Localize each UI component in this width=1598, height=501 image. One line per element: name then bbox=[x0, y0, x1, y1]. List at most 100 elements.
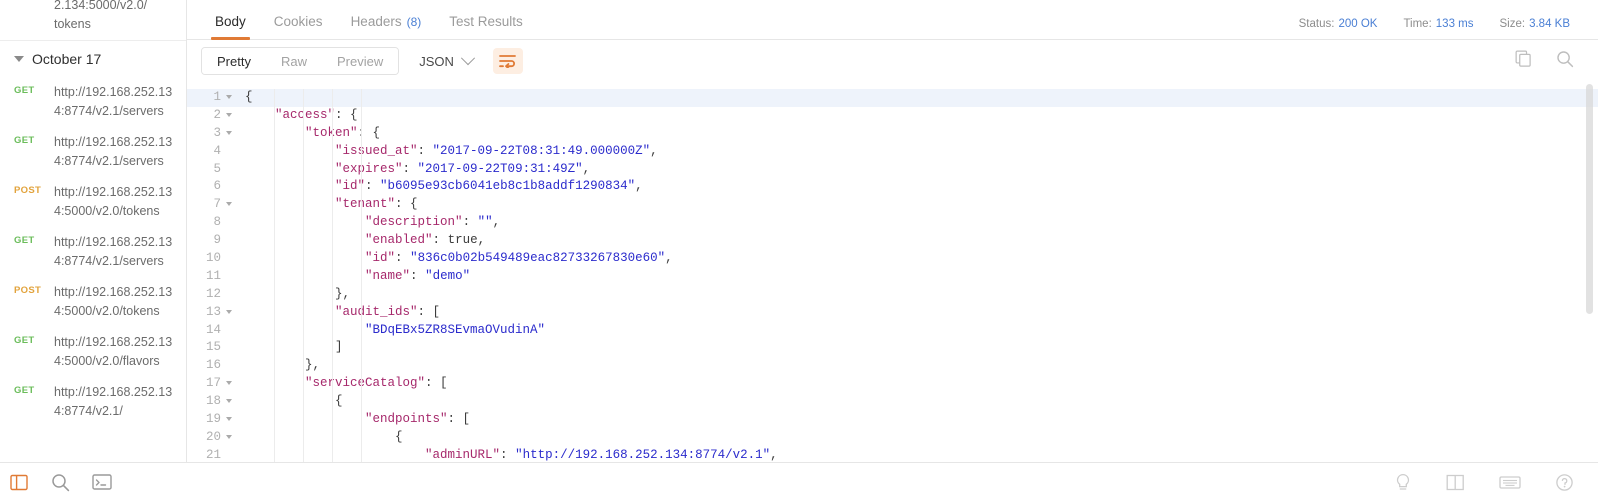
bulb-icon[interactable] bbox=[1394, 473, 1412, 492]
search-icon[interactable] bbox=[1556, 50, 1574, 73]
line-number[interactable]: 16 bbox=[187, 357, 235, 375]
vertical-scrollbar-track[interactable] bbox=[1583, 82, 1598, 462]
tab-body[interactable]: Body bbox=[201, 14, 260, 40]
history-group-october-17[interactable]: October 17 bbox=[0, 40, 186, 77]
request-url: http://192.168.252.134:5000/v2.0/tokens bbox=[54, 285, 173, 318]
two-pane-layout-icon[interactable] bbox=[1446, 473, 1465, 492]
search-icon[interactable] bbox=[51, 473, 70, 492]
history-item[interactable]: POST http://192.168.252.134:5000/v2.0/tok… bbox=[0, 177, 186, 227]
request-method bbox=[14, 0, 54, 34]
size-badge: Size: 3.84 KB bbox=[1499, 18, 1571, 30]
line-number[interactable]: 8 bbox=[187, 214, 235, 232]
line-number[interactable]: 13 bbox=[187, 304, 235, 322]
view-mode-raw[interactable]: Raw bbox=[265, 48, 322, 74]
response-tabbar: Body Cookies Headers (8) Test Results Status… bbox=[187, 0, 1598, 40]
history-sidebar[interactable]: 2.134:5000/v2.0/tokens October 17 GET htt… bbox=[0, 0, 187, 462]
view-mode-pretty[interactable]: Pretty bbox=[202, 48, 266, 74]
postman-response-pane: 2.134:5000/v2.0/tokens October 17 GET htt… bbox=[0, 0, 1598, 501]
request-method: GET bbox=[14, 85, 35, 96]
json-code-editor[interactable]: 1234567891011121314151617181920212223242… bbox=[187, 82, 1598, 462]
history-item[interactable]: GET http://192.168.252.134:8774/v2.1/serv… bbox=[0, 127, 186, 177]
request-method: GET bbox=[14, 385, 35, 396]
code-line: "name": "demo" bbox=[365, 268, 471, 283]
request-method: POST bbox=[14, 185, 42, 196]
fold-caret-icon[interactable] bbox=[226, 434, 232, 439]
help-icon[interactable] bbox=[1555, 473, 1574, 492]
history-item[interactable]: GET http://192.168.252.134:8774/v2.1/serv… bbox=[0, 77, 186, 127]
view-mode-switcher[interactable]: Pretty Raw Preview bbox=[201, 47, 400, 75]
line-number[interactable]: 19 bbox=[187, 411, 235, 429]
line-number[interactable]: 5 bbox=[187, 161, 235, 179]
tab-headers[interactable]: Headers (8) bbox=[337, 14, 436, 39]
line-number[interactable]: 11 bbox=[187, 268, 235, 286]
line-number-gutter[interactable]: 1234567891011121314151617181920212223242… bbox=[187, 82, 235, 462]
line-number[interactable]: 1 bbox=[187, 89, 235, 107]
line-number[interactable]: 10 bbox=[187, 250, 235, 268]
history-item[interactable]: POST http://192.168.252.134:5000/v2.0/tok… bbox=[0, 277, 186, 327]
fold-caret-icon[interactable] bbox=[226, 417, 232, 422]
wrap-text-glyph bbox=[499, 55, 517, 68]
request-url: http://192.168.252.134:8774/v2.1/ bbox=[54, 385, 173, 418]
line-number[interactable]: 7 bbox=[187, 196, 235, 214]
caret-down-icon bbox=[14, 56, 24, 62]
line-number[interactable]: 12 bbox=[187, 286, 235, 304]
toolbar-right-actions bbox=[1515, 50, 1582, 73]
code-lines[interactable]: { "access": { "token": { "issued_at": "2… bbox=[235, 82, 1598, 462]
code-line: { bbox=[235, 89, 1598, 107]
line-number[interactable]: 15 bbox=[187, 339, 235, 357]
fold-caret-icon[interactable] bbox=[226, 95, 232, 99]
history-group-label: October 17 bbox=[32, 51, 102, 67]
code-line: ] bbox=[245, 340, 343, 355]
code-line: "id": "b6095e93cb6041eb8c1b8addf1290834"… bbox=[335, 179, 643, 194]
response-meta: Status: 200 OK Time: 133 ms Size: 3.84 KB bbox=[1299, 18, 1598, 39]
line-number[interactable]: 14 bbox=[187, 322, 235, 340]
fold-caret-icon[interactable] bbox=[226, 309, 232, 314]
history-item[interactable]: GET http://192.168.252.134:8774/v2.1/serv… bbox=[0, 227, 186, 277]
code-line: "BDqEBx5ZR8SEvmaOVudinA" bbox=[365, 322, 546, 337]
code-line: "issued_at": "2017-09-22T08:31:49.000000… bbox=[335, 143, 658, 158]
language-selector[interactable]: JSON bbox=[409, 48, 483, 74]
fold-caret-icon[interactable] bbox=[226, 399, 232, 404]
code-line: }, bbox=[245, 358, 321, 373]
footer-right-icons bbox=[1394, 473, 1580, 492]
tab-label: Cookies bbox=[273, 14, 323, 29]
fold-caret-icon[interactable] bbox=[226, 202, 232, 207]
line-number[interactable]: 17 bbox=[187, 375, 235, 393]
line-number[interactable]: 6 bbox=[187, 178, 235, 196]
code-line: { bbox=[245, 394, 343, 409]
response-body-viewer[interactable]: 1234567891011121314151617181920212223242… bbox=[187, 82, 1598, 462]
tab-cookies[interactable]: Cookies bbox=[260, 14, 337, 39]
fold-caret-icon[interactable] bbox=[226, 130, 232, 135]
request-method: GET bbox=[14, 135, 35, 146]
view-mode-preview[interactable]: Preview bbox=[321, 48, 399, 74]
line-number[interactable]: 20 bbox=[187, 429, 235, 447]
history-item-clipped[interactable]: 2.134:5000/v2.0/tokens bbox=[0, 0, 186, 40]
line-number[interactable]: 3 bbox=[187, 125, 235, 143]
console-icon[interactable] bbox=[92, 473, 112, 491]
copy-icon[interactable] bbox=[1515, 50, 1532, 72]
code-line: "serviceCatalog": [ bbox=[305, 376, 448, 391]
line-number[interactable]: 9 bbox=[187, 232, 235, 250]
keyboard-icon[interactable] bbox=[1499, 474, 1521, 491]
tab-label: Headers bbox=[350, 14, 402, 29]
chevron-down-icon bbox=[460, 51, 475, 66]
code-line: "id": "836c0b02b549489eac82733267830e60"… bbox=[365, 251, 673, 266]
wrap-text-icon[interactable] bbox=[492, 48, 523, 74]
status-badge: Status: 200 OK bbox=[1298, 18, 1378, 30]
request-url: http://192.168.252.134:8774/v2.1/servers bbox=[54, 235, 173, 268]
response-tabs: Body Cookies Headers (8) Test Results bbox=[187, 14, 537, 40]
line-number[interactable]: 18 bbox=[187, 393, 235, 411]
sidebar-toggle-icon[interactable] bbox=[10, 473, 29, 492]
request-method: GET bbox=[14, 235, 35, 246]
tab-test-results[interactable]: Test Results bbox=[435, 14, 537, 39]
line-number[interactable]: 21 bbox=[187, 447, 235, 462]
line-number[interactable]: 2 bbox=[187, 107, 235, 125]
line-number[interactable]: 4 bbox=[187, 143, 235, 161]
code-line: "endpoints": [ bbox=[365, 412, 471, 427]
app-body: 2.134:5000/v2.0/tokens October 17 GET htt… bbox=[0, 0, 1598, 462]
fold-caret-icon[interactable] bbox=[226, 112, 232, 117]
vertical-scrollbar-thumb[interactable] bbox=[1586, 84, 1593, 314]
fold-caret-icon[interactable] bbox=[226, 381, 232, 386]
history-item[interactable]: GET http://192.168.252.134:8774/v2.1/ bbox=[0, 377, 186, 427]
history-item[interactable]: GET http://192.168.252.134:5000/v2.0/flav… bbox=[0, 327, 186, 377]
